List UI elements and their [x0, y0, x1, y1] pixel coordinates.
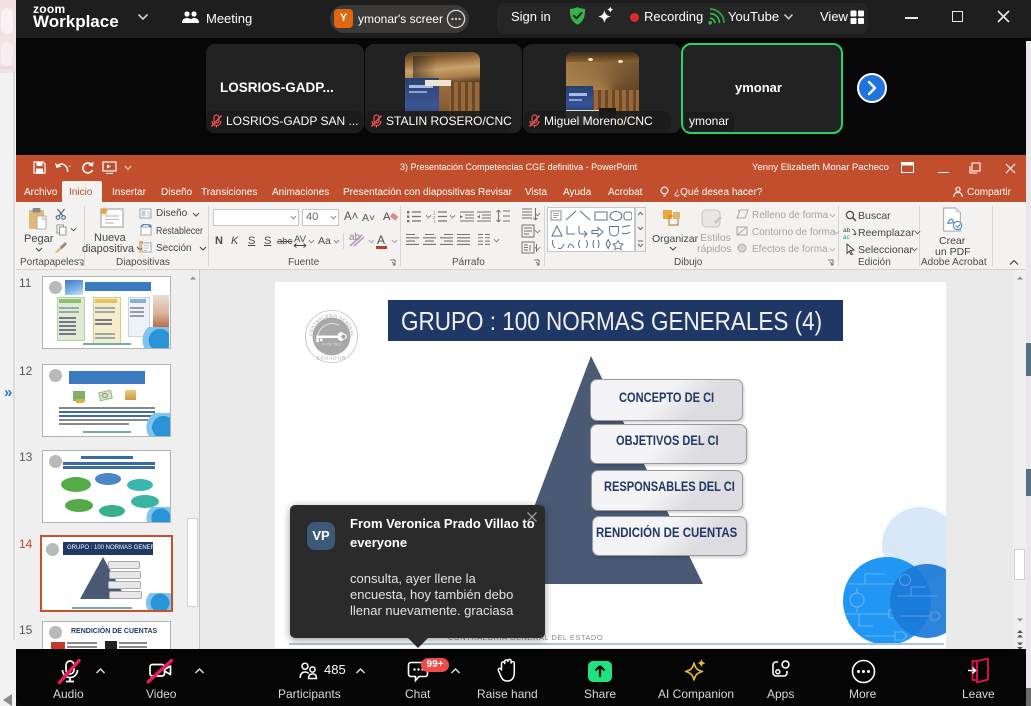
- svg-text:ab: ab: [843, 227, 851, 234]
- svg-text:ECUADOR: ECUADOR: [317, 355, 347, 360]
- svg-text:04 DE 1927: 04 DE 1927: [322, 343, 342, 347]
- svg-text:A: A: [383, 211, 391, 223]
- svg-text:3: 3: [433, 219, 436, 223]
- svg-text:ac: ac: [843, 234, 851, 239]
